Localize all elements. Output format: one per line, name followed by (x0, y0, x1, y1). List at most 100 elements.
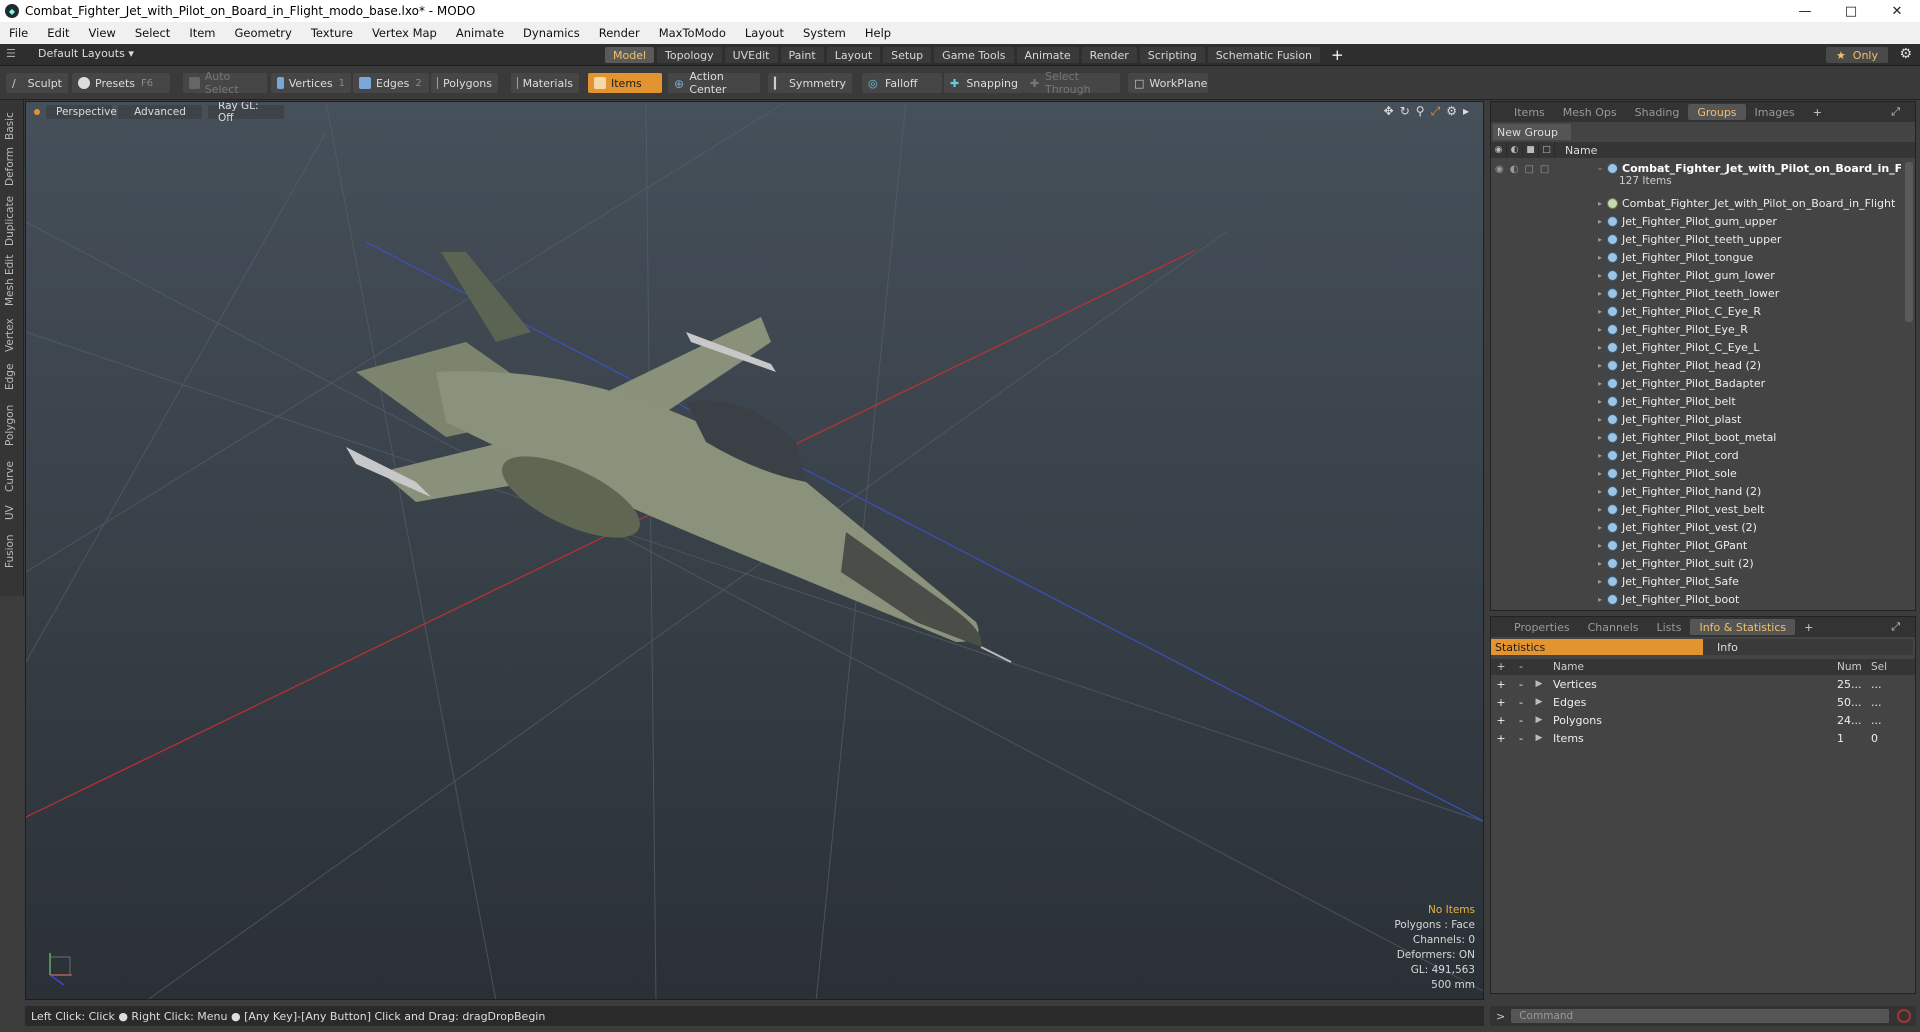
list-item[interactable]: ▸ Jet_Fighter_Pilot_teeth_upper (1593, 230, 1781, 248)
tab-setup[interactable]: Setup (883, 47, 932, 63)
list-item[interactable]: ▸ Jet_Fighter_Pilot_Eye_R (1593, 320, 1748, 338)
presets-button[interactable]: Presets F6 (72, 73, 170, 93)
command-input[interactable]: Command (1511, 1009, 1890, 1023)
group-root-row[interactable]: – Combat_Fighter_Jet_with_Pilot_on_Board_… (1593, 162, 1901, 192)
tab-mesh-ops[interactable]: Mesh Ops (1554, 104, 1626, 120)
tab-basic[interactable]: Basic (4, 112, 16, 140)
list-item[interactable]: ▸ Jet_Fighter_Pilot_sole (1593, 464, 1737, 482)
add-tab-icon[interactable]: + (1804, 104, 1831, 120)
list-item[interactable]: ▸ Jet_Fighter_Pilot_boot_metal (1593, 428, 1776, 446)
list-item[interactable]: ▸ Jet_Fighter_Pilot_tongue (1593, 248, 1753, 266)
minus-icon[interactable]: - (1511, 714, 1531, 727)
tab-uv[interactable]: UV (4, 505, 16, 520)
polygons-button[interactable]: Polygons (431, 73, 498, 93)
list-item[interactable]: ▸ Jet_Fighter_Pilot_belt (1593, 392, 1736, 410)
list-item[interactable]: ▸ Jet_Fighter_Pilot_GPant (1593, 536, 1747, 554)
list-item[interactable]: ▸ Jet_Fighter_Pilot_hand (2) (1593, 482, 1761, 500)
menu-layout[interactable]: Layout (736, 26, 794, 40)
menu-texture[interactable]: Texture (302, 26, 363, 40)
menu-item[interactable]: Item (180, 26, 225, 40)
tab-layout[interactable]: Layout (826, 47, 881, 63)
symmetry-button[interactable]: ▎ Symmetry (768, 73, 852, 93)
render-icon[interactable]: ◐ (1507, 142, 1523, 158)
snapping-button[interactable]: ✚ Snapping (944, 73, 1024, 93)
workplane-button[interactable]: □ WorkPlane (1128, 73, 1208, 93)
expand-panel-icon[interactable]: ⤢ (1882, 104, 1909, 120)
shading-button[interactable]: Advanced (118, 105, 202, 119)
fighter-jet-model[interactable] (346, 252, 1012, 663)
tab-render[interactable]: Render (1081, 47, 1137, 63)
table-row[interactable]: + - ▶ Vertices 25... ... (1491, 675, 1915, 693)
tab-vertex[interactable]: Vertex (4, 318, 16, 352)
tab-duplicate[interactable]: Duplicate (4, 196, 16, 246)
tab-info-statistics[interactable]: Info & Statistics (1690, 619, 1796, 635)
falloff-button[interactable]: ◎ Falloff (862, 73, 942, 93)
expand-arrow-icon[interactable]: ▸ (1463, 104, 1469, 119)
expand-arrow-icon[interactable]: ▶ (1531, 679, 1547, 689)
menu-view[interactable]: View (80, 26, 126, 40)
close-icon[interactable]: ✕ (1874, 0, 1920, 22)
groups-scrollbar[interactable] (1905, 162, 1913, 322)
list-item[interactable]: ▸ Jet_Fighter_Pilot_teeth_lower (1593, 284, 1779, 302)
sculpt-button[interactable]: ∕ Sculpt (6, 73, 68, 93)
tab-mesh-edit[interactable]: Mesh Edit (4, 255, 16, 306)
eye-icon[interactable]: ◉ (1491, 142, 1507, 158)
list-item[interactable]: ▸ Combat_Fighter_Jet_with_Pilot_on_Board_… (1593, 194, 1895, 212)
tab-items[interactable]: Items (1505, 104, 1554, 120)
maximize-icon[interactable]: □ (1828, 0, 1874, 22)
list-item[interactable]: ▸ Jet_Fighter_Pilot_gum_lower (1593, 266, 1775, 284)
minimize-icon[interactable]: — (1782, 0, 1828, 22)
list-item[interactable]: ▸ Jet_Fighter_Pilot_C_Eye_L (1593, 338, 1760, 356)
tab-game-tools[interactable]: Game Tools (934, 47, 1014, 63)
expand-panel-icon[interactable]: ⤢ (1882, 619, 1909, 635)
select-icon[interactable]: □ (1539, 142, 1555, 158)
expand-all-icon[interactable]: + (1491, 661, 1511, 673)
menu-vertex-map[interactable]: Vertex Map (363, 26, 447, 40)
table-row[interactable]: + - ▶ Edges 50... ... (1491, 693, 1915, 711)
menu-dynamics[interactable]: Dynamics (514, 26, 590, 40)
list-item[interactable]: ▸ Jet_Fighter_Pilot_vest (2) (1593, 518, 1757, 536)
select-through-button[interactable]: ✚ Select Through (1024, 70, 1120, 96)
tab-channels[interactable]: Channels (1579, 619, 1648, 635)
minus-icon[interactable]: - (1511, 732, 1531, 745)
list-item[interactable]: ▸ Jet_Fighter_Pilot_Safe (1593, 572, 1739, 590)
list-item[interactable]: ▸ Jet_Fighter_Pilot_vest_belt (1593, 500, 1764, 518)
edges-button[interactable]: Edges 2 (353, 73, 429, 93)
new-group-button[interactable]: New Group (1493, 124, 1571, 140)
menu-maxtomodo[interactable]: MaxToModo (650, 26, 736, 40)
menu-system[interactable]: System (794, 26, 856, 40)
menu-help[interactable]: Help (856, 26, 901, 40)
only-button[interactable]: ★ Only (1825, 47, 1888, 63)
viewport-menu-dot[interactable] (34, 109, 40, 115)
statistics-subtab[interactable]: Statistics (1491, 639, 1703, 655)
tab-lists[interactable]: Lists (1648, 619, 1691, 635)
tab-uvedit[interactable]: UVEdit (724, 47, 778, 63)
list-item[interactable]: ▸ Jet_Fighter_Pilot_plast (1593, 410, 1741, 428)
collapse-all-icon[interactable]: - (1511, 661, 1531, 673)
action-center-button[interactable]: ⊕ Action Center (668, 70, 760, 96)
lock-icon[interactable]: ■ (1523, 142, 1539, 158)
auto-select-button[interactable]: Auto Select (183, 70, 267, 96)
collapse-icon[interactable]: – (1593, 164, 1607, 173)
fit-icon[interactable]: ⤢ (1431, 104, 1441, 119)
tab-images[interactable]: Images (1746, 104, 1804, 120)
layout-selector[interactable]: ☰ Default Layouts ▾ (6, 47, 134, 60)
gear-icon[interactable]: ⚙ (1899, 46, 1912, 62)
tab-topology[interactable]: Topology (657, 47, 722, 63)
tab-edge[interactable]: Edge (4, 364, 16, 390)
tab-animate[interactable]: Animate (1016, 47, 1079, 63)
tab-properties[interactable]: Properties (1505, 619, 1579, 635)
3d-viewport[interactable]: Perspective Advanced Ray GL: Off ✥ ↻ ⚲ ⤢… (25, 101, 1484, 1000)
tab-scripting[interactable]: Scripting (1139, 47, 1205, 63)
vertices-button[interactable]: Vertices 1 (271, 73, 351, 93)
items-button[interactable]: Items (588, 73, 662, 93)
menu-animate[interactable]: Animate (447, 26, 514, 40)
zoom-icon[interactable]: ⚲ (1416, 104, 1425, 119)
view-type-button[interactable]: Perspective (46, 105, 117, 119)
record-icon[interactable] (1897, 1009, 1912, 1023)
expand-arrow-icon[interactable]: ▶ (1531, 733, 1547, 743)
plus-icon[interactable]: + (1491, 678, 1511, 691)
plus-icon[interactable]: + (1491, 732, 1511, 745)
add-tab-icon[interactable]: + (1795, 619, 1822, 635)
expand-arrow-icon[interactable]: ▶ (1531, 697, 1547, 707)
